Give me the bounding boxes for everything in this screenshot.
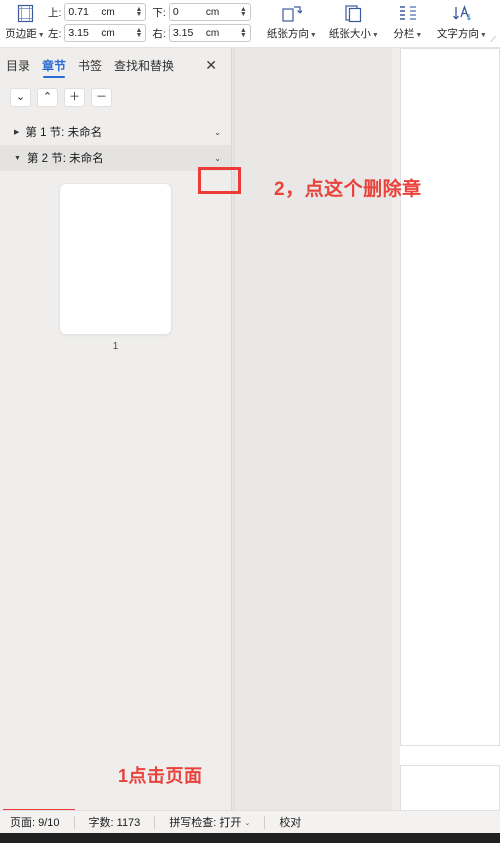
navigation-pane-tabs: 目录 章节 书签 查找和替换 ✕ bbox=[0, 48, 231, 82]
margin-right-unit: cm bbox=[205, 27, 220, 39]
columns-icon bbox=[398, 2, 418, 24]
collapse-triangle-icon[interactable]: ▼ bbox=[14, 155, 21, 162]
paper-size-icon bbox=[344, 2, 363, 24]
margin-top-field[interactable]: 0.71 cm ▲ ▼ bbox=[64, 3, 147, 21]
document-page-current[interactable] bbox=[400, 48, 500, 746]
margin-right-row: 右: 3.15 cm ▲ ▼ bbox=[152, 24, 251, 42]
margin-top-row: 上: 0.71 cm ▲ ▼ bbox=[48, 3, 147, 21]
status-divider bbox=[264, 815, 266, 829]
section-item-1[interactable]: ▶ 第 1 节: 未命名 ⌄ bbox=[0, 119, 231, 145]
status-divider bbox=[73, 815, 75, 829]
margin-left-value: 3.15 bbox=[68, 27, 89, 39]
page-margins-icon bbox=[17, 2, 34, 24]
taskbar-strip bbox=[0, 833, 500, 843]
section-list: ▶ 第 1 节: 未命名 ⌄ ▼ 第 2 节: 未命名 ⌄ bbox=[0, 119, 231, 171]
section-item-1-menu-icon[interactable]: ⌄ bbox=[214, 128, 221, 137]
page-margins-text: 页边距 bbox=[5, 28, 37, 40]
page-setup-dialog-launcher-icon[interactable]: ⟋ bbox=[490, 35, 496, 45]
page-layout-ribbon: 页边距 ▼ 上: 0.71 cm ▲ ▼ 左: 3.15 cm ▲ ▼ 下: 0… bbox=[0, 0, 500, 48]
canvas-gray-band bbox=[235, 48, 400, 810]
status-bar: 页面: 9/10 字数: 1173 拼写检查: 打开 ⌄ 校对 bbox=[0, 810, 500, 833]
columns-label: 分栏 ▼ bbox=[393, 27, 422, 41]
annotation-step-1-text: 1点击页面 bbox=[118, 766, 203, 786]
paper-size-button[interactable]: 纸张大小 ▼ bbox=[323, 0, 385, 46]
paper-size-label: 纸张大小 ▼ bbox=[329, 27, 379, 41]
expand-triangle-icon[interactable]: ▶ bbox=[14, 129, 19, 136]
paper-orientation-icon bbox=[281, 2, 303, 24]
add-section-button[interactable]: ＋ bbox=[64, 88, 85, 107]
remove-section-button[interactable]: － bbox=[91, 88, 112, 107]
tab-contents[interactable]: 目录 bbox=[6, 50, 30, 80]
status-divider bbox=[154, 815, 156, 829]
margin-right-value: 3.15 bbox=[172, 27, 194, 39]
tab-find-replace[interactable]: 查找和替换 bbox=[114, 50, 174, 80]
chevron-down-icon: ▼ bbox=[371, 31, 379, 39]
ribbon-group-page-setup: 纸张方向 ▼ 纸张大小 ▼ 分栏 ▼ 文字方向 ▼ bbox=[261, 0, 493, 46]
sections-toolbar: ⌄ ⌃ ＋ － bbox=[0, 82, 231, 113]
text-direction-text: 文字方向 bbox=[436, 28, 479, 40]
paper-orientation-label: 纸张方向 ▼ bbox=[267, 27, 317, 41]
move-up-button[interactable]: ⌃ bbox=[37, 88, 58, 107]
navigation-pane: 目录 章节 书签 查找和替换 ✕ ⌄ ⌃ ＋ － ▶ 第 1 节: 未命名 ⌄ … bbox=[0, 48, 232, 810]
chevron-down-icon: ▼ bbox=[479, 31, 487, 39]
paper-orientation-button[interactable]: 纸张方向 ▼ bbox=[261, 0, 323, 46]
columns-button[interactable]: 分栏 ▼ bbox=[385, 0, 431, 46]
page-thumbnail-1[interactable] bbox=[59, 183, 172, 335]
annotation-step-2-text: 2，点这个删除章 bbox=[274, 179, 422, 200]
chevron-down-icon: ▼ bbox=[415, 31, 423, 39]
margin-right-label: 右: bbox=[152, 27, 166, 40]
tab-bookmarks[interactable]: 书签 bbox=[78, 50, 102, 80]
margin-top-label: 上: bbox=[48, 6, 62, 19]
margin-fields-group: 上: 0.71 cm ▲ ▼ 左: 3.15 cm ▲ ▼ bbox=[48, 0, 147, 42]
paper-orientation-text: 纸张方向 bbox=[266, 28, 309, 40]
margin-left-field[interactable]: 3.15 cm ▲ ▼ bbox=[64, 24, 147, 42]
move-down-button[interactable]: ⌄ bbox=[10, 88, 31, 107]
margin-left-label: 左: bbox=[48, 27, 62, 40]
text-direction-icon bbox=[451, 2, 472, 24]
status-spellcheck[interactable]: 拼写检查: 打开 ⌄ bbox=[169, 814, 264, 830]
chevron-down-icon: ▼ bbox=[37, 31, 45, 39]
margin-top-stepper[interactable]: ▲ ▼ bbox=[135, 6, 142, 18]
chevron-down-icon: ▼ bbox=[309, 31, 317, 39]
text-direction-button[interactable]: 文字方向 ▼ bbox=[431, 0, 493, 46]
margin-top-value: 0.71 bbox=[68, 6, 89, 18]
margin-left-row: 左: 3.15 cm ▲ ▼ bbox=[48, 24, 147, 42]
margin-fields-group-2: 下: 0 cm ▲ ▼ 右: 3.15 cm ▲ ▼ bbox=[152, 0, 251, 42]
page-edge-shadow bbox=[392, 48, 400, 810]
section-item-2[interactable]: ▼ 第 2 节: 未命名 ⌄ bbox=[0, 145, 231, 171]
margin-bottom-stepper[interactable]: ▲ ▼ bbox=[240, 6, 247, 18]
section-item-1-label: 第 1 节: 未命名 bbox=[25, 127, 103, 139]
margin-bottom-field[interactable]: 0 cm ▲ ▼ bbox=[168, 3, 251, 21]
page-margins-label: 页边距 ▼ bbox=[5, 27, 44, 41]
margin-right-stepper[interactable]: ▲ ▼ bbox=[240, 27, 247, 39]
status-spellcheck-label: 拼写检查: 打开 bbox=[169, 817, 242, 829]
paper-size-text: 纸张大小 bbox=[328, 28, 371, 40]
ribbon-group-margins: 页边距 ▼ bbox=[2, 0, 48, 46]
status-page-indicator[interactable]: 页面: 9/10 bbox=[10, 814, 74, 830]
margin-bottom-row: 下: 0 cm ▲ ▼ bbox=[152, 3, 251, 21]
margin-bottom-unit: cm bbox=[205, 6, 220, 18]
annotation-highlight-section-menu bbox=[198, 167, 241, 194]
text-direction-label: 文字方向 ▼ bbox=[437, 27, 487, 41]
margin-right-field[interactable]: 3.15 cm ▲ ▼ bbox=[168, 24, 251, 42]
columns-text: 分栏 bbox=[393, 28, 415, 40]
page-thumbnail-1-label: 1 bbox=[112, 341, 119, 352]
chevron-down-icon[interactable]: ⌄ bbox=[244, 820, 250, 827]
margin-bottom-label: 下: bbox=[152, 6, 166, 19]
margin-left-stepper[interactable]: ▲ ▼ bbox=[135, 27, 142, 39]
document-canvas[interactable] bbox=[232, 48, 500, 833]
word-processor-window: 页边距 ▼ 上: 0.71 cm ▲ ▼ 左: 3.15 cm ▲ ▼ 下: 0… bbox=[0, 0, 500, 843]
close-icon[interactable]: ✕ bbox=[205, 58, 225, 72]
status-word-count[interactable]: 字数: 1173 bbox=[89, 814, 155, 830]
page-thumbnail-area: 1 bbox=[0, 183, 231, 352]
section-item-2-menu-icon[interactable]: ⌄ bbox=[214, 154, 221, 163]
section-item-2-label: 第 2 节: 未命名 bbox=[26, 153, 104, 165]
margin-top-unit: cm bbox=[101, 6, 115, 18]
tab-sections[interactable]: 章节 bbox=[42, 50, 66, 80]
margin-bottom-value: 0 bbox=[172, 6, 179, 18]
page-margins-button[interactable]: 页边距 ▼ bbox=[2, 0, 48, 46]
status-proofread[interactable]: 校对 bbox=[279, 814, 315, 830]
margin-left-unit: cm bbox=[101, 27, 115, 39]
